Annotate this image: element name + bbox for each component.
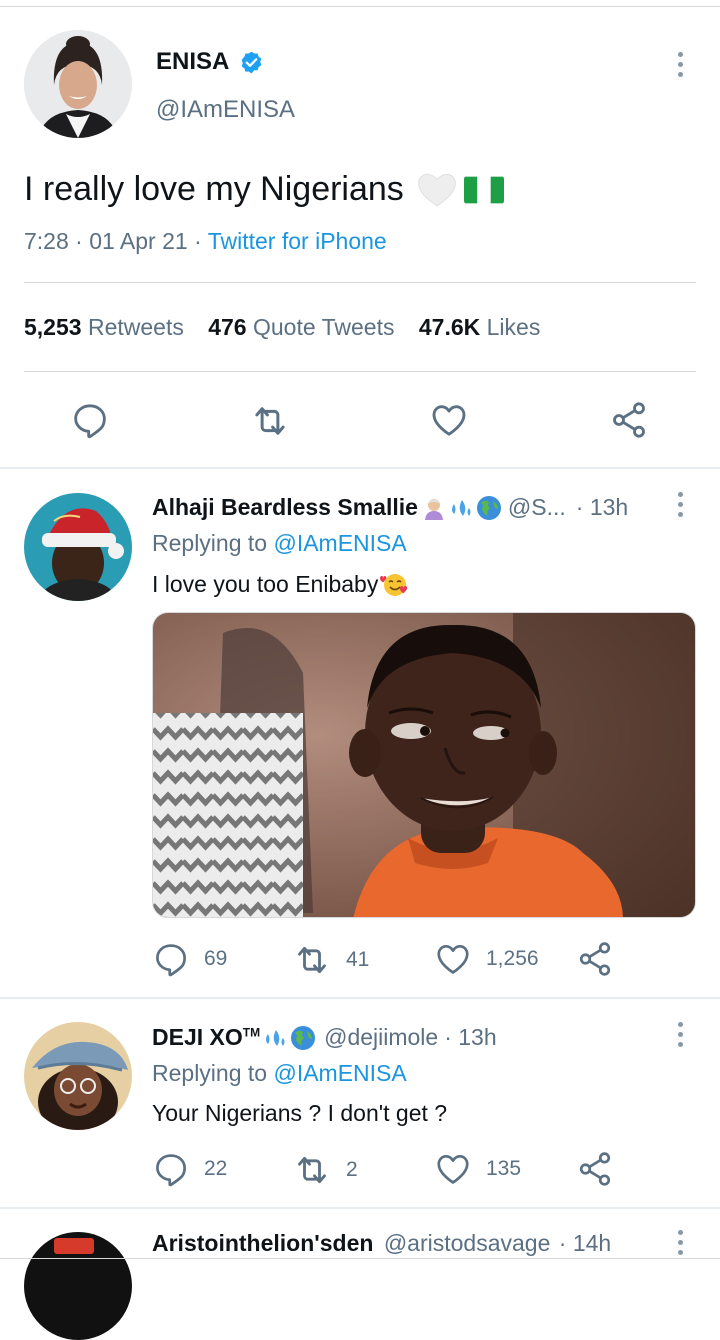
reply-text: I love you too Enibaby [152,570,410,598]
quotes-label: Quote Tweets [252,314,395,340]
replying-to: Replying to @IAmENISA [152,1060,407,1087]
reply-author-name-text: DEJI XO [152,1024,243,1050]
tweet-source-link[interactable]: Twitter for iPhone [208,228,387,254]
likes-count: 47.6K [418,314,481,340]
reply-text: Your Nigerians ? I don't get ? [152,1100,448,1126]
reply-author-name[interactable]: DEJI XOTM [152,1024,260,1051]
section-separator [0,467,720,469]
tweet-time: 7:28 [24,228,69,254]
more-dots-icon[interactable] [675,492,685,517]
share-icon[interactable] [576,940,614,978]
reply-author-name[interactable]: Aristointhelion'sden [152,1230,373,1256]
divider [24,282,696,283]
like-count: 135 [486,1157,522,1180]
reply-avatar[interactable] [24,493,132,601]
tweet-date: 01 Apr 21 [89,228,188,254]
white-heart-emoji-icon [416,172,458,208]
globe-emoji-icon [476,495,502,521]
reply-header: DEJI XOTM @dejiimole · 13h [152,1024,497,1051]
reply-action[interactable]: 22 [152,1150,227,1188]
replying-to-label: Replying to [152,530,268,556]
retweet-icon [292,940,332,980]
reply-count: 69 [204,947,228,970]
share-icon[interactable] [609,400,649,440]
reply-time: · 14h [558,1230,612,1256]
replying-to: Replying to @IAmENISA [152,530,407,557]
like-icon[interactable] [429,400,469,440]
reply-count: 22 [204,1157,228,1180]
reply-text-content: I love you too Enibaby [152,570,379,597]
verified-badge-icon [239,50,264,75]
nigeria-flag-icon [463,176,504,204]
sweat-droplets-emoji-icon [262,1026,288,1050]
section-separator [0,1207,720,1209]
older-woman-emoji-icon [422,496,446,520]
more-dots-icon[interactable] [675,1230,685,1255]
tweet-meta: 7:28 · 01 Apr 21 · Twitter for iPhone [24,228,387,255]
reply-icon [152,940,190,978]
reply-media-gif[interactable] [152,612,696,918]
meta-separator: · [194,228,202,254]
reply-time: · 13h [575,494,629,520]
retweets-count: 5,253 [24,314,82,340]
quotes-stat[interactable]: 476 Quote Tweets [208,314,394,340]
reply-author-handle[interactable]: @aristodsavage [384,1230,551,1256]
retweet-count: 2 [346,1158,358,1181]
reply-avatar[interactable] [24,1232,132,1340]
trademark-sup: TM [242,1025,261,1040]
like-icon [434,940,472,978]
reply-header: Aristointhelion'sden @aristodsavage · 14… [152,1230,611,1257]
replying-to-label: Replying to [152,1060,268,1086]
tweet-text: I really love my Nigerians [24,170,504,209]
reply-icon [152,1150,190,1188]
retweet-icon[interactable] [249,400,291,442]
likes-label: Likes [486,314,541,340]
top-divider [0,6,720,7]
engagement-stats: 5,253 Retweets 476 Quote Tweets 47.6K Li… [24,314,540,341]
retweets-label: Retweets [87,314,184,340]
retweet-count: 41 [346,948,370,971]
replying-to-handle[interactable]: @IAmENISA [273,530,406,556]
reply-author-name[interactable]: Alhaji Beardless Smallie [152,494,418,521]
author-name[interactable]: ENISA [156,48,229,76]
quotes-count: 476 [208,314,247,340]
author-handle[interactable]: @IAmENISA [156,96,295,124]
like-icon [434,1150,472,1188]
reply-action[interactable]: 69 [152,940,227,978]
divider [24,371,696,372]
retweet-icon [292,1150,332,1190]
likes-stat[interactable]: 47.6K Likes [419,314,540,340]
tweet-text-content: I really love my Nigerians [24,170,404,208]
author-avatar[interactable] [24,30,132,138]
meta-separator: · [75,228,83,254]
reply-header: Alhaji Beardless Smallie @S... · 13h [152,494,628,521]
more-dots-icon[interactable] [675,52,685,77]
reply-time: · 13h [444,1024,497,1050]
reply-author-handle[interactable]: @S... [508,494,566,521]
like-action[interactable]: 135 [434,1150,521,1188]
globe-emoji-icon [290,1025,316,1051]
retweet-action[interactable]: 41 [292,940,369,980]
bottom-divider [0,1258,720,1259]
like-action[interactable]: 1,256 [434,940,539,978]
retweet-action[interactable]: 2 [292,1150,358,1190]
smiling-face-with-hearts-emoji-icon [380,570,410,598]
reply-avatar[interactable] [24,1022,132,1130]
reply-author-handle[interactable]: @dejiimole [324,1024,438,1051]
replying-to-handle[interactable]: @IAmENISA [273,1060,406,1086]
section-separator [0,997,720,999]
like-count: 1,256 [486,947,539,970]
more-dots-icon[interactable] [675,1022,685,1047]
reply-icon[interactable] [70,400,110,440]
retweets-stat[interactable]: 5,253 Retweets [24,314,184,340]
sweat-droplets-emoji-icon [448,496,474,520]
share-icon[interactable] [576,1150,614,1188]
